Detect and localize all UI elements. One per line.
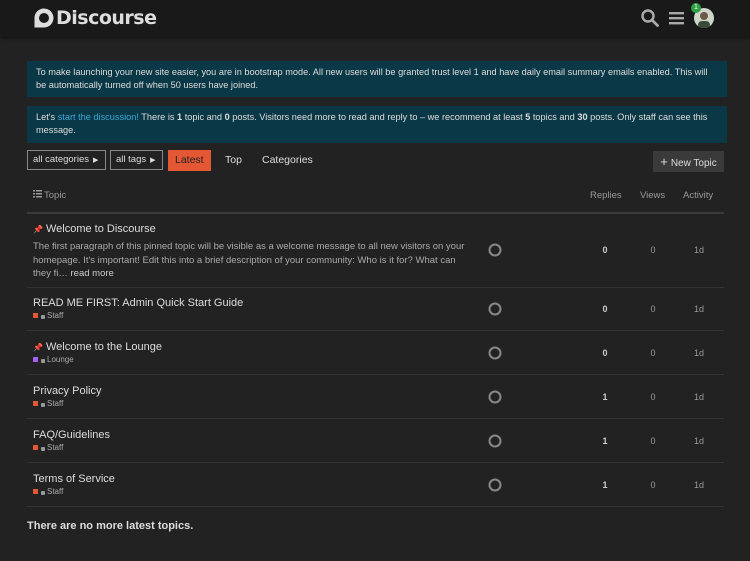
topic-category[interactable]: Staff [33,311,63,320]
education-banner: Let's start the discussion! There is 1 t… [27,106,727,143]
site-header: Discourse 1 [0,0,750,37]
topic-title[interactable]: FAQ/Guidelines [33,429,110,441]
poster-avatar-icon[interactable] [488,243,502,257]
topic-replies[interactable]: 0 [595,304,615,314]
topic-views: 0 [650,348,656,358]
bootstrap-mode-text: To make launching your new site easier, … [36,67,708,90]
topic-activity[interactable]: 1d [689,392,709,402]
topic-category[interactable]: Lounge [33,355,74,364]
topic-replies[interactable]: 1 [595,392,615,402]
lock-icon [41,402,45,407]
topic-activity[interactable]: 1d [689,348,709,358]
new-topic-button[interactable]: + New Topic [653,151,724,172]
topic-views: 0 [650,304,656,314]
tags-dropdown-label: all tags [116,154,147,165]
lock-icon [41,358,45,363]
topic-replies[interactable]: 1 [595,480,615,490]
topic-title-text: Welcome to the Lounge [45,341,162,353]
caret-right-icon: ▶ [92,157,99,164]
topic-category[interactable]: Staff [33,443,63,452]
poster-avatar-icon[interactable] [488,434,502,448]
tab-top[interactable]: Top [225,150,242,171]
column-header-activity[interactable]: Activity [683,190,713,201]
categories-dropdown-label: all categories [33,154,89,165]
tags-dropdown[interactable]: all tags ▶ [110,150,163,170]
bootstrap-mode-banner: To make launching your new site easier, … [27,61,727,97]
topic-category[interactable]: Staff [33,399,63,408]
caret-right-icon: ▶ [150,157,156,164]
row-divider [27,330,724,331]
topic-title[interactable]: READ ME FIRST: Admin Quick Start Guide [33,297,243,309]
site-logo[interactable]: Discourse [33,4,157,32]
education-text: topic and [182,112,225,122]
site-logo-text: Discourse [56,7,157,29]
start-discussion-link[interactable]: start the discussion! [58,112,139,122]
read-more-link[interactable]: read more [71,268,114,279]
topic-excerpt: The first paragraph of this pinned topic… [33,240,473,281]
topic-title[interactable]: Privacy Policy [33,385,101,397]
column-header-replies[interactable]: Replies [590,190,622,201]
row-divider [27,462,724,463]
row-divider [27,374,724,375]
topic-activity[interactable]: 1d [689,436,709,446]
tab-latest[interactable]: Latest [168,150,211,171]
topic-replies[interactable]: 1 [595,436,615,446]
table-header-divider [27,212,724,214]
row-divider [27,418,724,419]
column-header-views[interactable]: Views [640,190,665,201]
lock-icon [41,314,45,319]
row-divider [27,506,724,507]
tab-categories[interactable]: Categories [262,150,313,171]
topic-title-text: Welcome to Discourse [45,223,156,235]
plus-icon: + [660,154,668,169]
education-text: topics and [530,112,578,122]
topic-views: 0 [650,436,656,446]
pin-icon: 📌 [33,225,43,234]
categories-dropdown[interactable]: all categories ▶ [27,150,106,170]
topic-category-label: Staff [47,443,64,452]
education-prefix: Let's [36,112,58,122]
list-icon [33,190,42,198]
topic-category-label: Staff [47,399,64,408]
education-text: There is [138,112,178,122]
poster-avatar-icon[interactable] [488,346,502,360]
column-header-topic-label: Topic [44,190,67,201]
row-divider [27,287,724,288]
topic-category-label: Lounge [47,355,74,364]
new-topic-label: New Topic [670,158,717,169]
topic-activity[interactable]: 1d [689,304,709,314]
education-recommended-posts: 30 [577,112,588,122]
poster-avatar-icon[interactable] [488,302,502,316]
poster-avatar-icon[interactable] [488,478,502,492]
topic-views: 0 [650,245,656,255]
topic-replies[interactable]: 0 [595,348,615,358]
topic-replies[interactable]: 0 [595,245,615,255]
topic-activity[interactable]: 1d [689,480,709,490]
column-header-topic[interactable]: Topic [33,190,66,201]
topic-title[interactable]: Terms of Service [33,473,115,485]
discourse-logo-icon [34,8,54,28]
lock-icon [41,446,45,451]
notification-badge[interactable]: 1 [691,3,701,13]
category-color-swatch [33,445,38,450]
poster-avatar-icon[interactable] [488,390,502,404]
pin-icon: 📌 [33,343,43,352]
topic-title[interactable]: 📌 Welcome to Discourse [33,223,156,235]
lock-icon [41,490,45,495]
topic-views: 0 [650,480,656,490]
topic-activity[interactable]: 1d [689,245,709,255]
category-color-swatch [33,357,38,362]
topic-views: 0 [650,392,656,402]
category-color-swatch [33,489,38,494]
search-icon[interactable] [640,8,660,28]
education-text: posts. Visitors need more to read and re… [229,112,526,122]
topic-category-label: Staff [47,487,64,496]
no-more-topics-message: There are no more latest topics. [27,520,194,532]
category-color-swatch [33,313,38,318]
hamburger-icon[interactable] [667,8,687,28]
topic-category[interactable]: Staff [33,487,63,496]
topic-category-label: Staff [47,311,64,320]
category-color-swatch [33,401,38,406]
topic-title[interactable]: 📌 Welcome to the Lounge [33,341,162,353]
